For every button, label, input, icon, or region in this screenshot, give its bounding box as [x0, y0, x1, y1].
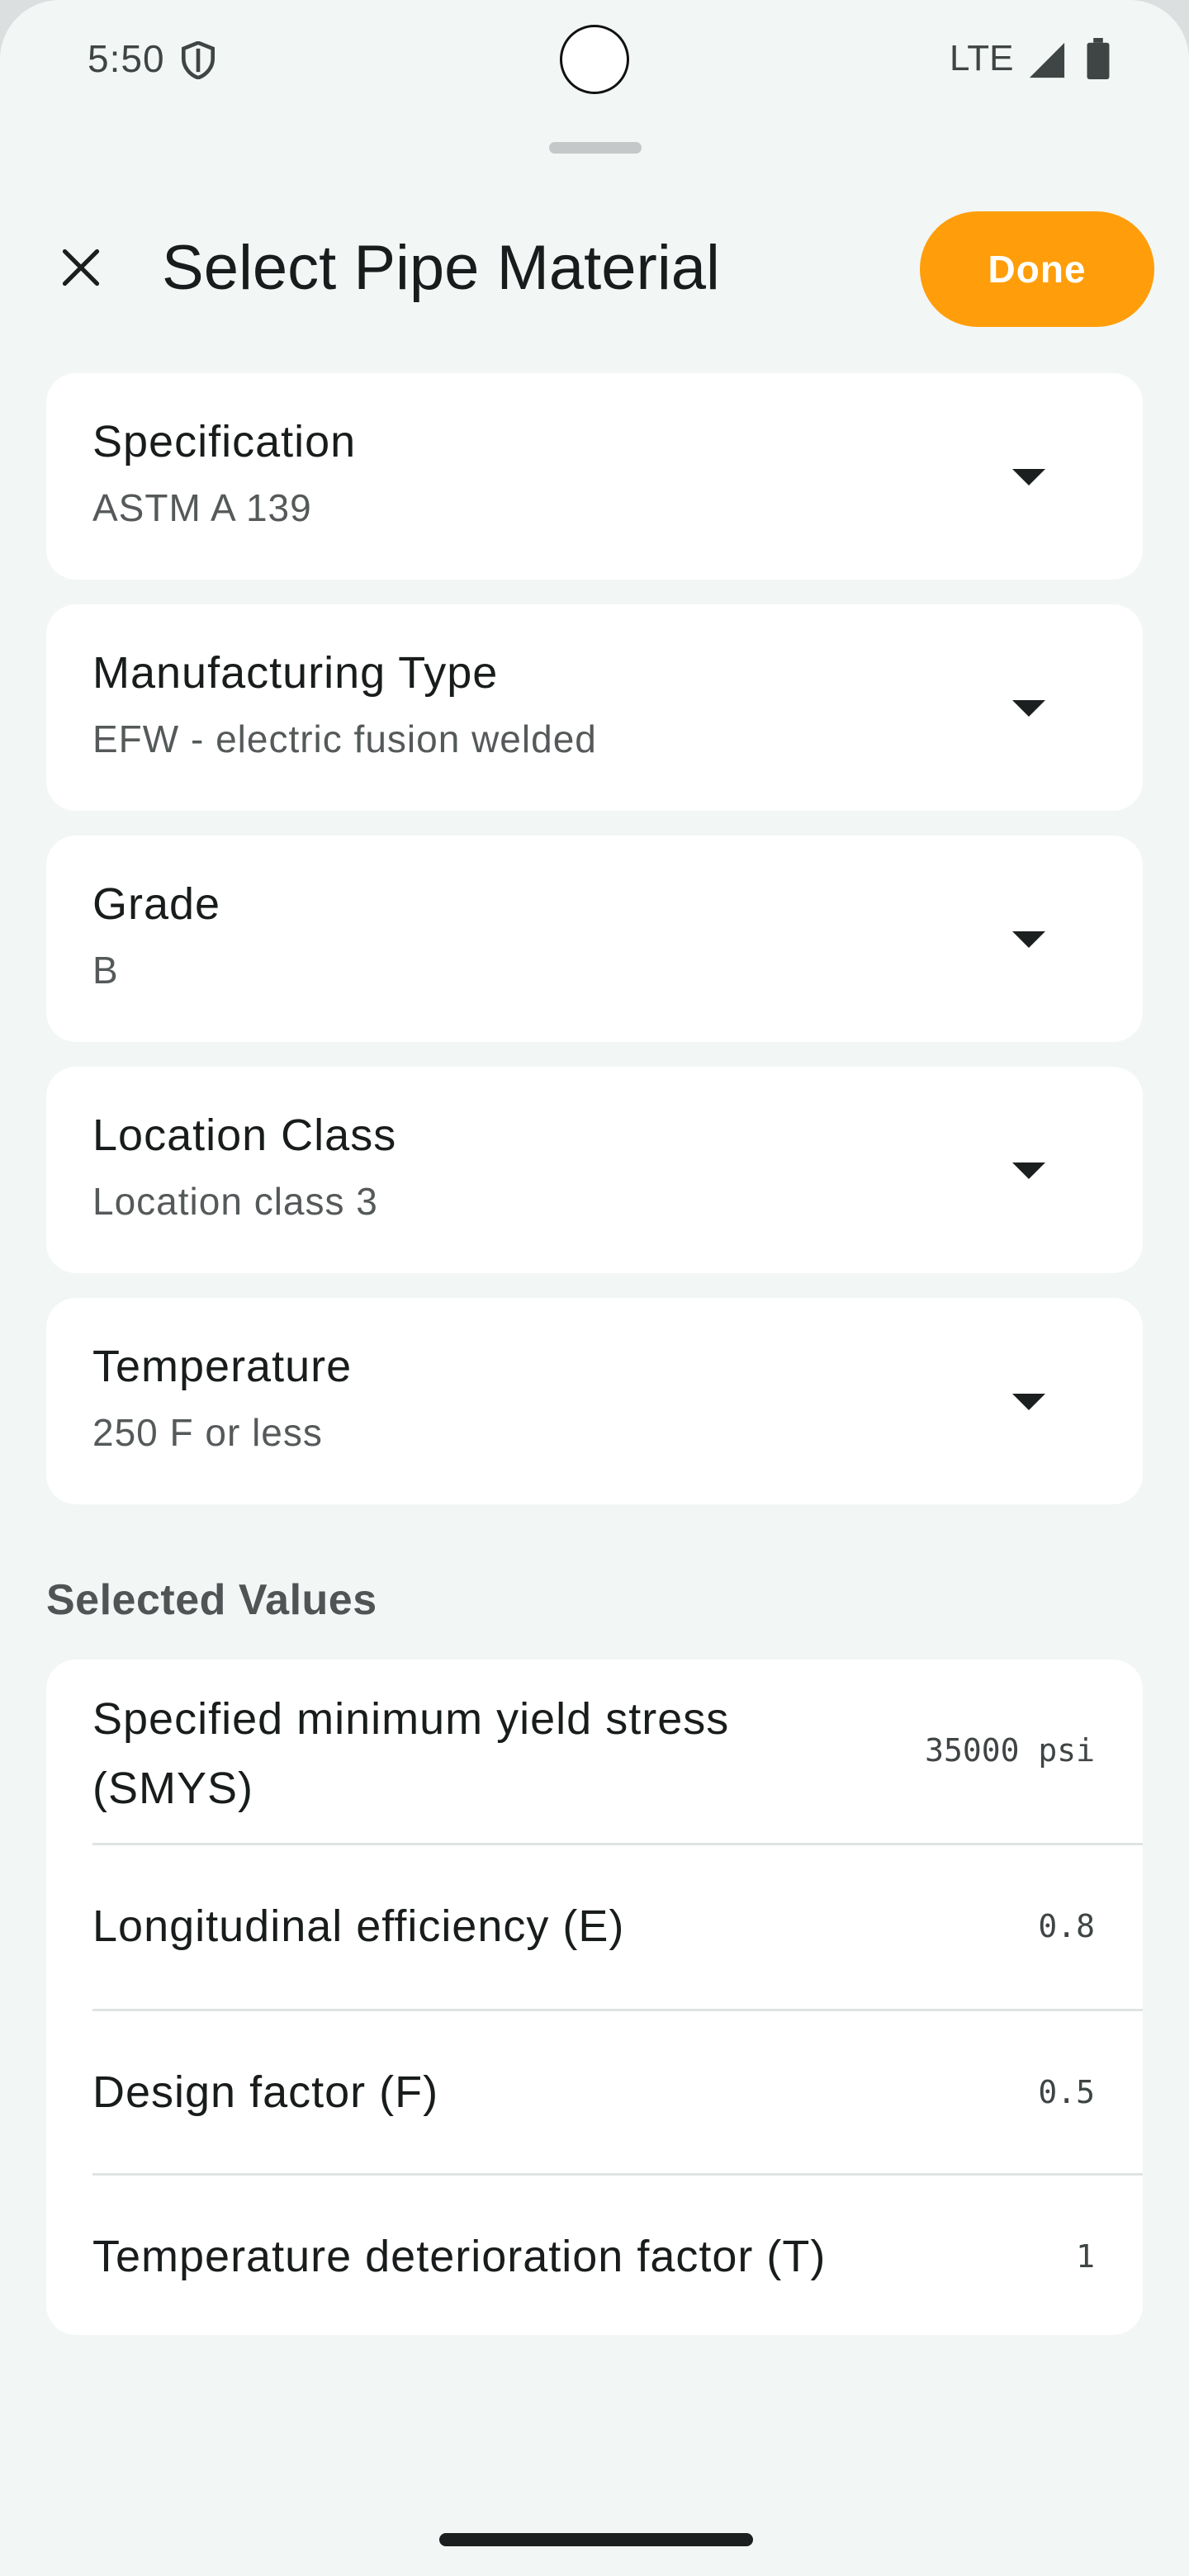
value-label: Design factor (F) — [92, 2067, 439, 2117]
dropdown-value: B — [92, 949, 119, 992]
dropdown-label: Specification — [92, 417, 357, 466]
manufacturing-type-dropdown[interactable]: Manufacturing Type EFW - electric fusion… — [46, 604, 1143, 811]
dropdown-value: ASTM A 139 — [92, 486, 312, 529]
dropdown-label: Temperature — [92, 1342, 353, 1391]
dropdown-arrow-icon — [1012, 469, 1045, 485]
value-number: 0.5 — [1038, 2074, 1095, 2110]
status-time: 5:50 — [88, 37, 165, 80]
value-number: 1 — [1076, 2238, 1095, 2275]
done-button[interactable]: Done — [920, 211, 1154, 327]
drag-handle[interactable] — [549, 142, 642, 154]
status-bar: 5:50 LTE — [0, 0, 1189, 119]
network-type: LTE — [950, 38, 1014, 78]
pipe-material-sheet: 5:50 LTE Select Pipe Material Done Speci… — [0, 0, 1189, 2576]
value-number: 0.8 — [1038, 1908, 1095, 1944]
dropdown-arrow-icon — [1012, 931, 1045, 948]
close-button[interactable] — [41, 228, 121, 307]
grade-dropdown[interactable]: Grade B — [46, 836, 1143, 1042]
location-class-dropdown[interactable]: Location Class Location class 3 — [46, 1067, 1143, 1273]
value-row-smys: Specified minimum yield stress (SMYS) 35… — [46, 1660, 1143, 1843]
value-label: Longitudinal efficiency (E) — [92, 1901, 625, 1951]
page-title: Select Pipe Material — [162, 233, 720, 303]
shield-icon — [182, 41, 215, 79]
dropdown-label: Grade — [92, 879, 221, 929]
dropdown-label: Location Class — [92, 1110, 397, 1160]
value-row-temperature-factor: Temperature deterioration factor (T) 1 — [46, 2176, 1143, 2335]
signal-icon — [1029, 42, 1065, 78]
dropdown-arrow-icon — [1012, 700, 1045, 717]
battery-icon — [1087, 38, 1110, 79]
dropdown-label: Manufacturing Type — [92, 648, 499, 698]
selected-values-card: Specified minimum yield stress (SMYS) 35… — [46, 1660, 1143, 2335]
value-label: Specified minimum yield stress (SMYS) — [92, 1694, 730, 1813]
home-indicator[interactable] — [439, 2533, 753, 2546]
section-header: Selected Values — [46, 1576, 377, 1624]
specification-dropdown[interactable]: Specification ASTM A 139 — [46, 373, 1143, 580]
dropdown-value: Location class 3 — [92, 1180, 378, 1223]
value-number: 35000 psi — [925, 1732, 1095, 1769]
value-row-longitudinal-efficiency: Longitudinal efficiency (E) 0.8 — [46, 1845, 1143, 2009]
value-label: Temperature deterioration factor (T) — [92, 2232, 827, 2281]
dropdown-value: EFW - electric fusion welded — [92, 717, 597, 760]
dropdown-value: 250 F or less — [92, 1411, 323, 1454]
camera-cutout — [560, 25, 629, 94]
dropdown-arrow-icon — [1012, 1163, 1045, 1179]
dropdown-arrow-icon — [1012, 1394, 1045, 1410]
value-row-design-factor: Design factor (F) 0.5 — [46, 2011, 1143, 2173]
temperature-dropdown[interactable]: Temperature 250 F or less — [46, 1298, 1143, 1504]
close-icon — [62, 249, 100, 286]
